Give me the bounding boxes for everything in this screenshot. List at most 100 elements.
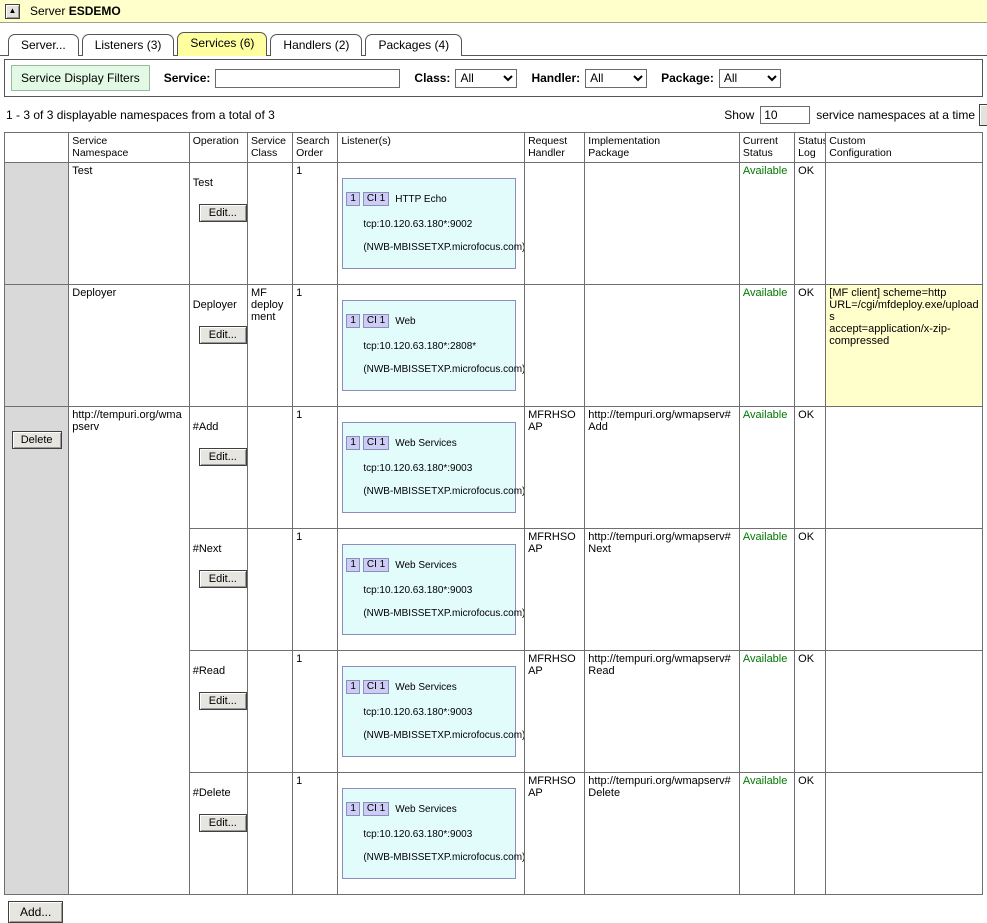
listener-box: 1 CI 1 HTTP Echo tcp:10.120.63.180*:9002… <box>342 178 516 269</box>
listener-cell: 1 CI 1 Web Services tcp:10.120.63.180*:9… <box>338 529 525 651</box>
status-log-cell: OK <box>795 651 826 773</box>
listener-number: 1 <box>346 314 360 328</box>
listener-box: 1 CI 1 Web Services tcp:10.120.63.180*:9… <box>342 788 516 879</box>
show-count-input[interactable] <box>760 106 810 124</box>
pagination-row: 1 - 3 of 3 displayable namespaces from a… <box>0 97 987 132</box>
search-order-cell: 1 <box>293 285 338 407</box>
implementation-cell: http://tempuri.org/wmapserv#Add <box>585 407 740 529</box>
edit-button[interactable]: Edit... <box>199 570 247 588</box>
request-handler-cell <box>525 163 585 285</box>
page-title: Server ESDEMO <box>30 4 121 18</box>
listener-box: 1 CI 1 Web Services tcp:10.120.63.180*:9… <box>342 666 516 757</box>
custom-config-cell <box>826 407 983 529</box>
listener-name: Web <box>395 316 415 327</box>
header-current-status: Current Status <box>739 133 794 163</box>
server-titlebar: ▲ Server ESDEMO <box>0 0 987 23</box>
listener-address: tcp:10.120.63.180*:2808* <box>346 341 512 353</box>
listener-host: (NWB-MBISSETXP.microfocus.com) <box>346 364 512 376</box>
listener-ci-badge: CI 1 <box>363 802 389 816</box>
listener-ci-badge: CI 1 <box>363 314 389 328</box>
listener-name: HTTP Echo <box>395 194 447 205</box>
filter-bar: Service Display Filters Service: Class: … <box>4 59 983 97</box>
server-name: ESDEMO <box>69 4 121 18</box>
search-order-cell: 1 <box>293 407 338 529</box>
listener-address: tcp:10.120.63.180*:9003 <box>346 463 512 475</box>
header-service-namespace: Service Namespace <box>69 133 189 163</box>
search-order-cell: 1 <box>293 529 338 651</box>
listener-address: tcp:10.120.63.180*:9002 <box>346 219 512 231</box>
edit-button[interactable]: Edit... <box>199 204 247 222</box>
listener-cell: 1 CI 1 HTTP Echo tcp:10.120.63.180*:9002… <box>338 163 525 285</box>
delete-button[interactable]: Delete <box>12 431 62 449</box>
search-order-cell: 1 <box>293 651 338 773</box>
listener-cell: 1 CI 1 Web Services tcp:10.120.63.180*:9… <box>338 651 525 773</box>
edit-button[interactable]: Edit... <box>199 692 247 710</box>
class-filter-label: Class: <box>414 71 450 85</box>
service-class-cell: MF deployment <box>247 285 292 407</box>
search-order-cell: 1 <box>293 773 338 895</box>
handler-filter-select[interactable]: All <box>585 69 647 88</box>
tab-handlers[interactable]: Handlers (2) <box>270 34 362 56</box>
status-cell: Available <box>739 407 794 529</box>
status-log-cell: OK <box>795 163 826 285</box>
service-filter-label: Service: <box>164 71 211 85</box>
listener-name: Web Services <box>395 560 457 571</box>
listener-host: (NWB-MBISSETXP.microfocus.com) <box>346 608 512 620</box>
listener-name: Web Services <box>395 438 457 449</box>
custom-config-cell <box>826 529 983 651</box>
action-cell <box>5 163 69 285</box>
listener-number: 1 <box>346 558 360 572</box>
listener-name: Web Services <box>395 804 457 815</box>
collapse-button[interactable]: ▲ <box>5 4 20 19</box>
add-button[interactable]: Add... <box>8 901 63 923</box>
show-label: Show <box>724 108 754 122</box>
listener-number: 1 <box>346 436 360 450</box>
status-cell: Available <box>739 163 794 285</box>
listener-number: 1 <box>346 192 360 206</box>
class-filter-select[interactable]: All <box>455 69 517 88</box>
operation-cell: Deployer Edit... <box>189 285 247 407</box>
show-suffix-label: service namespaces at a time <box>816 108 975 122</box>
status-log-cell: OK <box>795 773 826 895</box>
header-request-handler: Request Handler <box>525 133 585 163</box>
listener-number: 1 <box>346 680 360 694</box>
operation-name: #Delete <box>193 787 244 799</box>
service-class-cell <box>247 163 292 285</box>
package-filter-label: Package: <box>661 71 714 85</box>
status-cell: Available <box>739 651 794 773</box>
listener-cell: 1 CI 1 Web Services tcp:10.120.63.180*:9… <box>338 773 525 895</box>
listener-address: tcp:10.120.63.180*:9003 <box>346 829 512 841</box>
edit-button[interactable]: Edit... <box>199 448 247 466</box>
listener-address: tcp:10.120.63.180*:9003 <box>346 707 512 719</box>
listener-number: 1 <box>346 802 360 816</box>
apply-show-button-partial[interactable] <box>979 104 987 126</box>
namespace-cell: Test <box>69 163 189 285</box>
listener-ci-badge: CI 1 <box>363 436 389 450</box>
tab-bar: Server... Listeners (3) Services (6) Han… <box>0 23 987 56</box>
header-service-class: Service Class <box>247 133 292 163</box>
custom-config-cell: [MF client] scheme=http URL=/cgi/mfdeplo… <box>826 285 983 407</box>
edit-button[interactable]: Edit... <box>199 814 247 832</box>
service-filter-input[interactable] <box>215 69 400 88</box>
listener-cell: 1 CI 1 Web Services tcp:10.120.63.180*:9… <box>338 407 525 529</box>
operation-cell: #Add Edit... <box>189 407 247 529</box>
table-row: Delete http://tempuri.org/wmapserv #Add … <box>5 407 983 529</box>
tab-server[interactable]: Server... <box>8 34 79 56</box>
server-label: Server <box>30 4 65 18</box>
listener-name: Web Services <box>395 682 457 693</box>
action-cell <box>5 285 69 407</box>
namespace-count-summary: 1 - 3 of 3 displayable namespaces from a… <box>6 108 275 122</box>
implementation-cell: http://tempuri.org/wmapserv#Read <box>585 651 740 773</box>
tab-services[interactable]: Services (6) <box>177 32 267 56</box>
package-filter-select[interactable]: All <box>719 69 781 88</box>
tab-listeners[interactable]: Listeners (3) <box>82 34 175 56</box>
table-header-row: Service Namespace Operation Service Clas… <box>5 133 983 163</box>
service-class-cell <box>247 651 292 773</box>
package-filter-group: Package: All <box>661 69 781 88</box>
status-cell: Available <box>739 773 794 895</box>
tab-packages[interactable]: Packages (4) <box>365 34 462 56</box>
namespace-cell: http://tempuri.org/wmapserv <box>69 407 189 895</box>
header-search-order: Search Order <box>293 133 338 163</box>
request-handler-cell <box>525 285 585 407</box>
edit-button[interactable]: Edit... <box>199 326 247 344</box>
